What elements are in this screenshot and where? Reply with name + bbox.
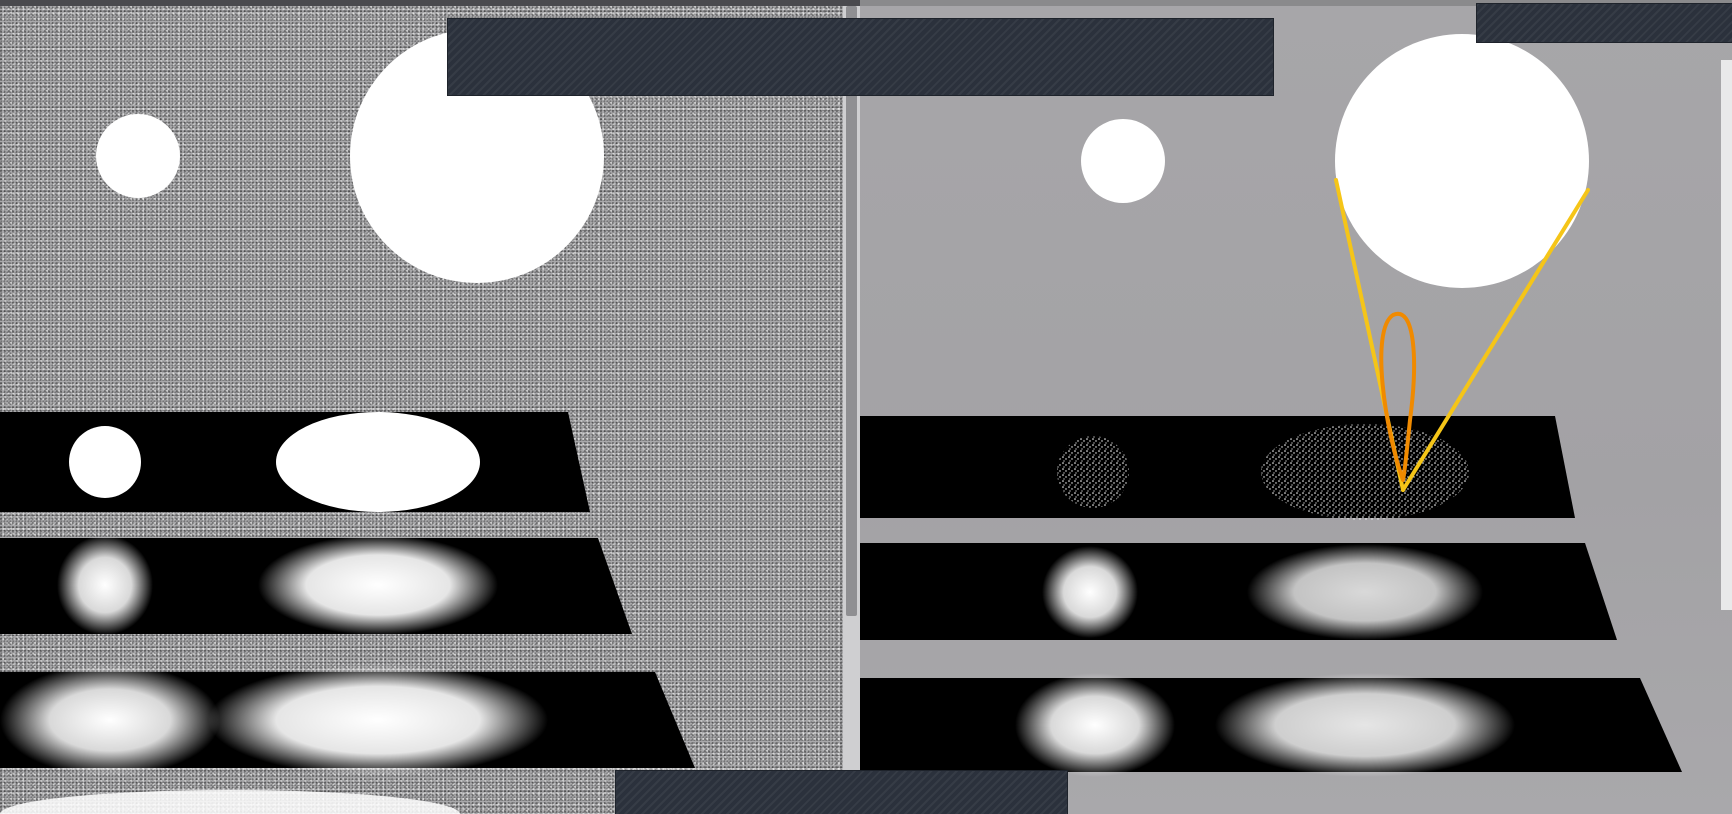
right-scene bbox=[860, 34, 1682, 777]
screen-canvas bbox=[0, 0, 1732, 814]
right-small-sphere bbox=[1081, 119, 1165, 203]
left-strip-3-small-highlight bbox=[0, 664, 220, 776]
left-small-sphere bbox=[96, 114, 180, 198]
scene-svg bbox=[0, 29, 1682, 814]
right-strip-3-small-glow bbox=[1015, 673, 1175, 777]
right-strip-2-small-glow bbox=[1042, 546, 1138, 638]
left-strip-3-large-highlight bbox=[208, 664, 548, 776]
left-scene bbox=[0, 29, 695, 814]
redacted-title-bar bbox=[447, 18, 1274, 96]
left-strip-2-large-highlight bbox=[258, 535, 498, 635]
redacted-corner-label bbox=[1476, 3, 1732, 43]
left-strip-1-large-highlight bbox=[276, 412, 480, 512]
left-strip-1-small-highlight bbox=[69, 426, 141, 498]
left-bottom-glow bbox=[0, 790, 460, 814]
right-strip-2-large-glow bbox=[1247, 544, 1483, 640]
right-strip-1-large-speckle bbox=[1261, 424, 1469, 520]
redacted-caption bbox=[615, 770, 1068, 814]
right-strip-3-large-glow bbox=[1215, 673, 1515, 777]
right-strip-1-small-speckle bbox=[1057, 436, 1129, 508]
left-strip-2-small-highlight bbox=[57, 535, 153, 635]
right-strip-2 bbox=[860, 543, 1617, 640]
